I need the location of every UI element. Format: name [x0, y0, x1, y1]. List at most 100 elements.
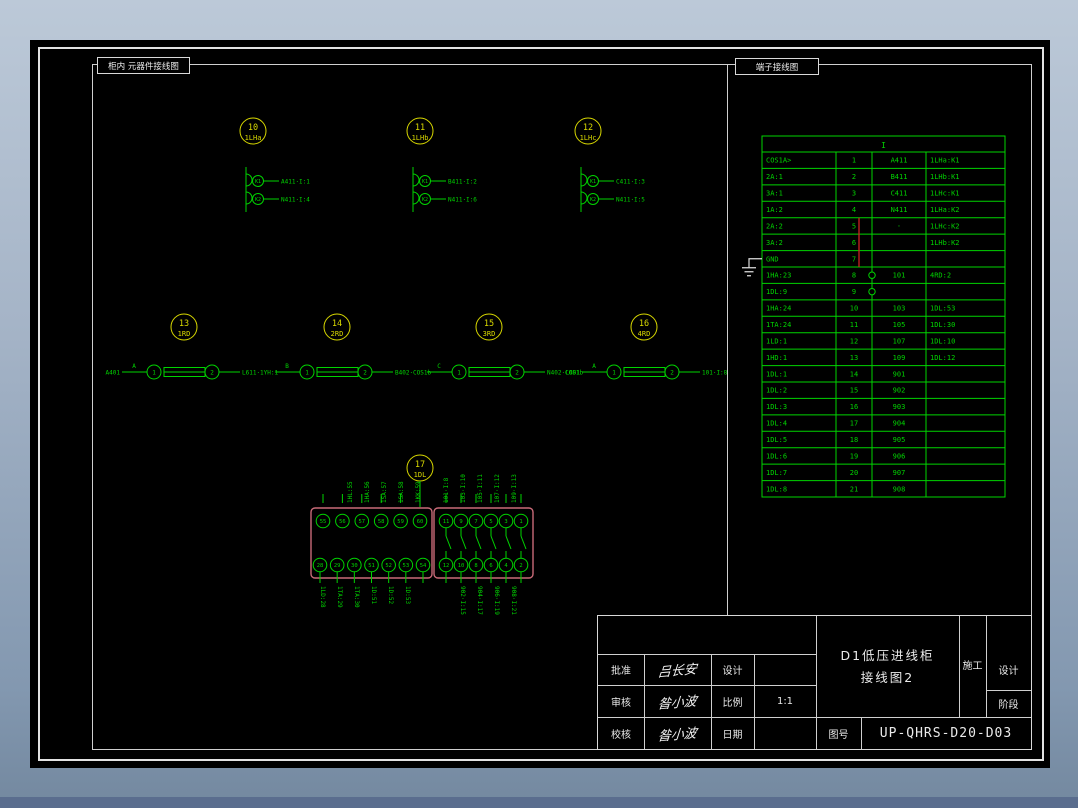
svg-text:16: 16: [850, 403, 858, 411]
svg-text:K2: K2: [422, 197, 428, 203]
svg-text:1DL:7: 1DL:7: [766, 469, 787, 477]
svg-text:12: 12: [443, 563, 450, 569]
svg-text:1DL:6: 1DL:6: [766, 452, 787, 460]
svg-text:6: 6: [852, 239, 856, 247]
svg-text:103·I:10: 103·I:10: [460, 474, 467, 503]
svg-text:54: 54: [420, 563, 427, 569]
svg-text:1LHb:K1: 1LHb:K1: [930, 173, 960, 181]
svg-text:11: 11: [850, 321, 858, 329]
svg-text:2: 2: [852, 173, 856, 181]
check-signature: 昝小波: [643, 714, 713, 752]
drawing-title: D1低压进线柜 接线图2: [816, 616, 959, 717]
svg-text:1HD:1: 1HD:1: [766, 354, 787, 362]
svg-text:4RD:2: 4RD:2: [930, 272, 951, 280]
svg-text:L601: L601: [566, 370, 581, 377]
svg-text:2A:1: 2A:1: [766, 173, 783, 181]
check-label: 校核: [598, 717, 644, 749]
svg-text:101: 101: [893, 272, 906, 280]
svg-text:C: C: [437, 363, 441, 370]
scale-value: 1:1: [754, 685, 816, 717]
svg-text:10: 10: [850, 305, 858, 313]
svg-text:4RD: 4RD: [638, 330, 651, 338]
svg-text:15: 15: [850, 387, 858, 395]
svg-text:1: 1: [612, 370, 616, 377]
svg-text:A411: A411: [891, 157, 908, 165]
svg-text:1SA:58: 1SA:58: [398, 481, 405, 503]
svg-text:C411·I:3: C411·I:3: [616, 179, 645, 186]
svg-text:1: 1: [852, 157, 856, 165]
svg-text:12: 12: [583, 123, 593, 133]
svg-text:1HA:56: 1HA:56: [364, 481, 371, 503]
svg-text:1LHb:K2: 1LHb:K2: [930, 239, 960, 247]
svg-text:1: 1: [152, 370, 156, 377]
svg-text:B402·COS1b: B402·COS1b: [395, 370, 432, 377]
svg-text:908·I:21: 908·I:21: [510, 586, 517, 615]
svg-text:1D:51: 1D:51: [370, 586, 377, 604]
design-value: [754, 654, 816, 685]
svg-text:109: 109: [893, 354, 906, 362]
review-label: 审核: [598, 685, 644, 717]
date-value: [754, 717, 816, 749]
svg-text:A411·I:1: A411·I:1: [281, 179, 310, 186]
svg-text:1TA:30: 1TA:30: [353, 586, 360, 608]
svg-text:GND: GND: [766, 255, 779, 263]
svg-text:1D:53: 1D:53: [404, 586, 411, 604]
svg-text:K1: K1: [255, 179, 261, 185]
fuse-unit-4RD: 164RDL601A12101·I:8: [566, 314, 728, 379]
svg-text:51: 51: [368, 563, 375, 569]
svg-text:N411: N411: [891, 206, 908, 214]
svg-text:1DL:53: 1DL:53: [930, 305, 955, 313]
svg-text:3A:1: 3A:1: [766, 190, 783, 198]
svg-text:3: 3: [852, 190, 856, 198]
svg-text:9: 9: [852, 288, 856, 296]
drawing-no-value: UP-QHRS-D20-D03: [861, 717, 1031, 749]
svg-text:2: 2: [519, 563, 522, 569]
drawing-title-line1: D1低压进线柜: [840, 645, 934, 666]
svg-text:3A:2: 3A:2: [766, 239, 783, 247]
ct-unit-1LHb: 111LHbK1B411·I:2K2N411·I:6: [407, 118, 477, 212]
svg-text:19: 19: [850, 452, 858, 460]
svg-text:906: 906: [893, 452, 906, 460]
scale-label: 比例: [711, 685, 754, 717]
svg-text:1LD:28: 1LD:28: [319, 586, 326, 608]
svg-text:6: 6: [489, 563, 492, 569]
svg-text:K1: K1: [590, 179, 596, 185]
svg-text:COS1A>: COS1A>: [766, 157, 791, 165]
svg-text:14: 14: [850, 370, 858, 378]
svg-text:105·I:11: 105·I:11: [477, 474, 484, 503]
svg-text:1HA:23: 1HA:23: [766, 272, 791, 280]
stage-construction-label: 施工: [959, 616, 986, 717]
fuse-unit-1RD: 131RDA401A12L611·1YH:1: [106, 314, 279, 379]
fuse-unit-2RD: 142RDB12B402·COS1b: [275, 314, 432, 379]
svg-text:1LHa:K1: 1LHa:K1: [930, 157, 960, 165]
svg-text:A: A: [132, 363, 136, 370]
svg-text:908: 908: [893, 485, 906, 493]
svg-text:17: 17: [415, 460, 425, 470]
svg-text:109·I:13: 109·I:13: [511, 474, 518, 503]
svg-text:1LHa:K2: 1LHa:K2: [930, 206, 960, 214]
svg-text:A401: A401: [106, 370, 121, 377]
svg-text:1LHc: 1LHc: [580, 134, 597, 142]
svg-text:1DL:9: 1DL:9: [766, 288, 787, 296]
stage-phase-label: 阶段: [986, 690, 1031, 717]
svg-text:N411·I:6: N411·I:6: [448, 197, 477, 204]
svg-text:16: 16: [639, 319, 649, 329]
svg-text:18: 18: [850, 436, 858, 444]
svg-text:14: 14: [332, 319, 342, 329]
svg-text:4: 4: [852, 206, 856, 214]
svg-text:8: 8: [474, 563, 477, 569]
svg-text:1KK:59: 1KK:59: [415, 481, 422, 503]
svg-text:1DL:30: 1DL:30: [930, 321, 955, 329]
svg-text:B411: B411: [891, 173, 908, 181]
svg-text:2RD: 2RD: [331, 330, 344, 338]
svg-text:1DL:3: 1DL:3: [766, 403, 787, 411]
fuse-unit-3RD: 153RDC12N402·COS1b: [427, 314, 584, 379]
svg-text:15: 15: [484, 319, 494, 329]
svg-text:5: 5: [852, 222, 856, 230]
svg-text:1RD: 1RD: [178, 330, 191, 338]
svg-text:I: I: [881, 141, 886, 150]
svg-text:1LD:1: 1LD:1: [766, 337, 787, 345]
title-block: 批准 吕长安 设计 审核 昝小波 比例 1:1 校核 昝小波 日期 D1低压进线…: [597, 615, 1032, 750]
svg-text:1DL:4: 1DL:4: [766, 420, 787, 428]
svg-text:53: 53: [403, 563, 410, 569]
